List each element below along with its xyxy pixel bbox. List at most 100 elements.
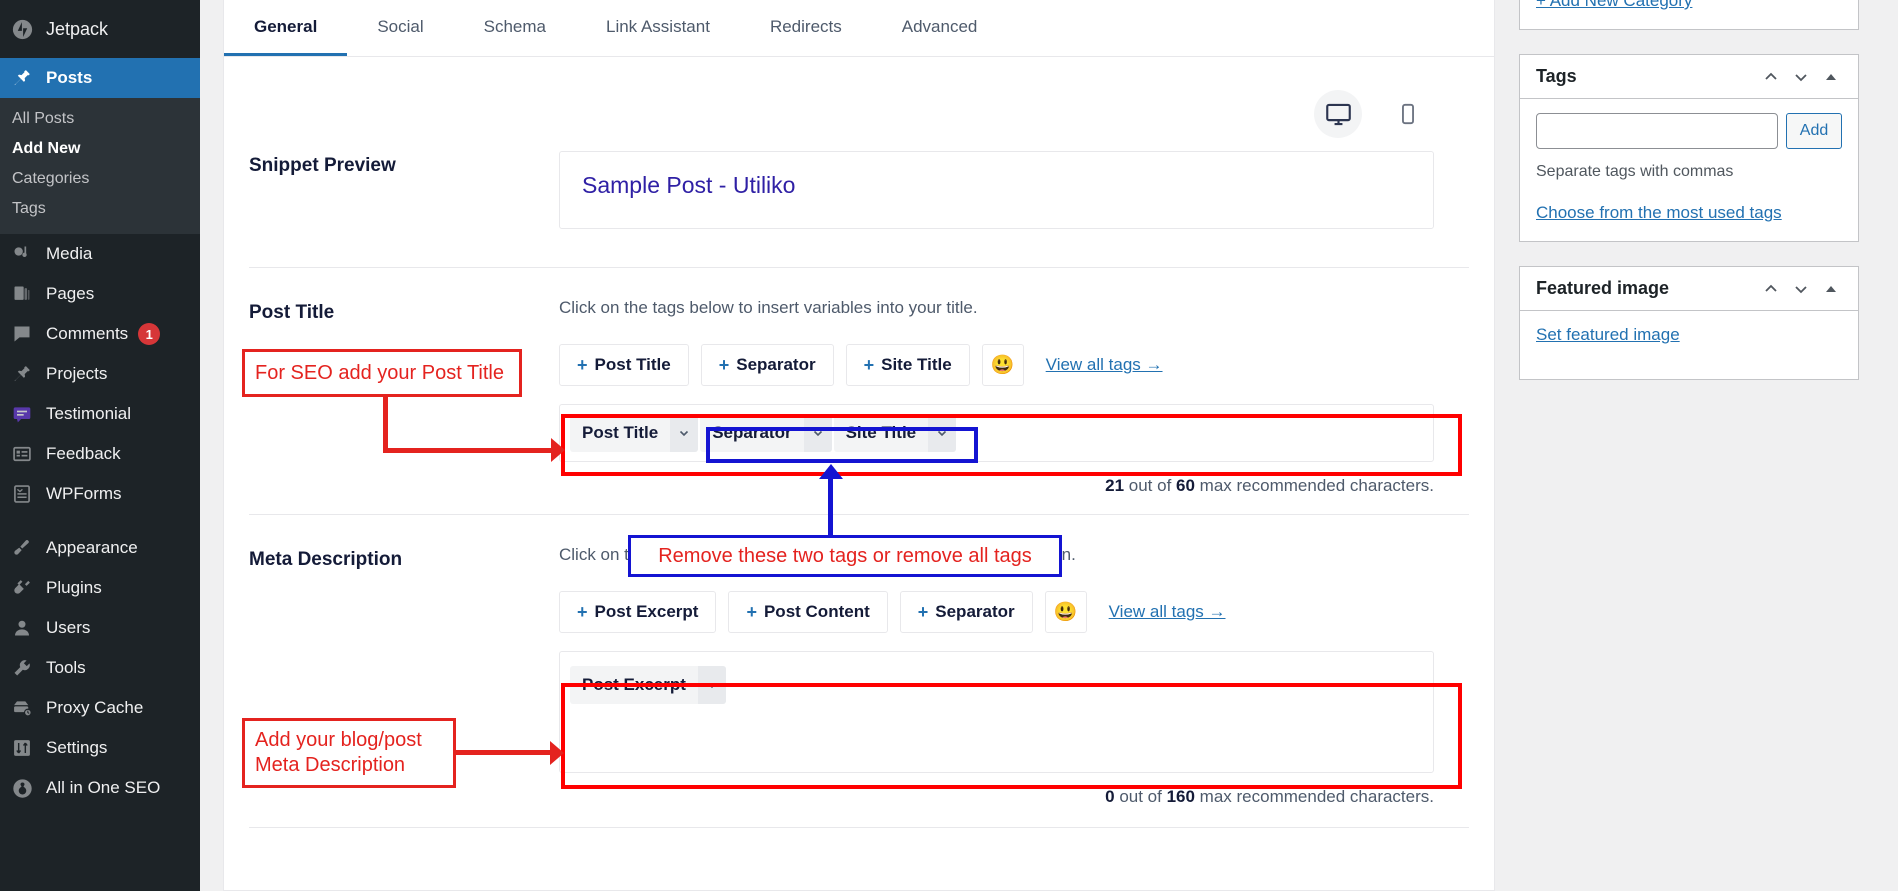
counter-prefix: out of: [1114, 787, 1167, 806]
desktop-preview-button[interactable]: [1314, 90, 1362, 138]
post-title-helper-text: Click on the tags below to insert variab…: [559, 298, 978, 317]
sidebar-item-label: Feedback: [46, 444, 121, 463]
counter-suffix: max recommended characters.: [1194, 787, 1434, 806]
wordpress-admin-screen: Jetpack Posts All Posts Add New Categori…: [0, 0, 1898, 891]
sidebar-item-comments[interactable]: Comments 1: [0, 314, 200, 354]
chevron-down-icon[interactable]: [1786, 62, 1816, 92]
counter-used: 21: [1105, 476, 1125, 495]
sidebar-item-wpforms[interactable]: WPForms: [0, 474, 200, 514]
brush-icon: [12, 538, 40, 558]
meta-description-chip-group: Post Excerpt: [570, 666, 728, 704]
sidebar-item-label: WPForms: [46, 484, 122, 503]
chevron-down-icon[interactable]: [803, 414, 832, 452]
chevron-down-icon[interactable]: [670, 414, 699, 452]
tab-advanced[interactable]: Advanced: [872, 0, 1008, 56]
feedback-icon: [12, 444, 40, 464]
set-featured-image-link[interactable]: Set featured image: [1536, 325, 1680, 344]
view-all-tags-link[interactable]: View all tags →: [1109, 602, 1226, 622]
sidebar-subitem-add-new[interactable]: Add New: [0, 134, 200, 164]
add-tag-button[interactable]: Add: [1786, 113, 1842, 149]
tag-button-label: Site Title: [881, 355, 952, 374]
tab-general[interactable]: General: [224, 0, 348, 56]
chevron-up-icon[interactable]: [1756, 62, 1786, 92]
sidebar-item-proxy-cache[interactable]: Proxy Cache: [0, 688, 200, 728]
sidebar-item-all-in-one-seo[interactable]: All in One SEO: [0, 768, 200, 808]
pin-icon: [12, 68, 40, 88]
tab-social[interactable]: Social: [347, 0, 453, 56]
counter-max: 160: [1166, 787, 1195, 806]
sidebar-item-label: Media: [46, 244, 93, 263]
chip-label: Separator: [712, 423, 792, 442]
sidebar-item-media[interactable]: Media: [0, 234, 200, 274]
add-new-category-link[interactable]: + Add New Category: [1536, 0, 1692, 10]
sidebar-item-testimonial[interactable]: Testimonial: [0, 394, 200, 434]
tab-schema[interactable]: Schema: [454, 0, 576, 56]
tags-postbox: Tags Add Separate tags with commas Choos…: [1519, 54, 1859, 242]
divider: [249, 827, 1469, 828]
tags-postbox-title: Tags: [1536, 66, 1577, 86]
mobile-preview-button[interactable]: [1384, 90, 1432, 138]
sidebar-item-label: Tools: [46, 658, 86, 677]
chevron-down-icon[interactable]: [928, 414, 957, 452]
chip-post-excerpt[interactable]: Post Excerpt: [570, 666, 726, 704]
jetpack-icon: [12, 19, 40, 40]
add-post-excerpt-tag-button[interactable]: + Post Excerpt: [559, 591, 717, 633]
sidebar-item-plugins[interactable]: Plugins: [0, 568, 200, 608]
add-post-content-tag-button[interactable]: + Post Content: [728, 591, 888, 633]
plus-icon: +: [718, 354, 730, 375]
sidebar-subitem-categories[interactable]: Categories: [0, 164, 200, 194]
tab-redirects[interactable]: Redirects: [740, 0, 872, 56]
collapse-triangle-icon[interactable]: [1816, 274, 1846, 304]
add-post-title-tag-button[interactable]: + Post Title: [559, 344, 689, 386]
chip-separator[interactable]: Separator: [700, 414, 832, 452]
add-separator-tag-button[interactable]: + Separator: [700, 344, 834, 386]
user-icon: [12, 618, 40, 638]
sidebar-subitem-tags[interactable]: Tags: [0, 194, 200, 224]
post-title-chip-group: Post Title Separator Site Title: [570, 414, 958, 452]
chevron-up-icon[interactable]: [1756, 274, 1786, 304]
desktop-icon: [1325, 101, 1352, 128]
view-all-tags-link[interactable]: View all tags →: [1046, 355, 1163, 375]
counter-suffix: max recommended characters.: [1194, 476, 1434, 495]
sidebar-item-settings[interactable]: Settings: [0, 728, 200, 768]
post-title-input-field[interactable]: Post Title Separator Site Title: [559, 404, 1434, 462]
add-separator-tag-button[interactable]: + Separator: [899, 591, 1033, 633]
sidebar-subitem-all-posts[interactable]: All Posts: [0, 104, 200, 134]
post-title-tag-buttons: + Post Title + Separator + Site Title 😃 …: [559, 344, 1434, 386]
wrench-icon: [12, 658, 40, 678]
chip-post-title[interactable]: Post Title: [570, 414, 699, 452]
main-content-area: General Social Schema Link Assistant Red…: [200, 0, 1898, 891]
sidebar-item-jetpack[interactable]: Jetpack: [0, 0, 200, 58]
add-site-title-tag-button[interactable]: + Site Title: [845, 344, 970, 386]
collapse-triangle-icon[interactable]: [1816, 62, 1846, 92]
sidebar-item-feedback[interactable]: Feedback: [0, 434, 200, 474]
chip-label: Post Excerpt: [582, 675, 686, 694]
counter-prefix: out of: [1124, 476, 1177, 495]
categories-postbox: + Add New Category: [1519, 0, 1859, 30]
sidebar-item-label: Testimonial: [46, 404, 132, 423]
chip-site-title[interactable]: Site Title: [833, 414, 957, 452]
mobile-icon: [1397, 103, 1419, 125]
wpforms-icon: [12, 484, 40, 504]
sidebar-item-label: Pages: [46, 284, 95, 303]
meta-description-input-field[interactable]: Post Excerpt: [559, 651, 1434, 773]
most-used-tags-link[interactable]: Choose from the most used tags: [1536, 203, 1782, 222]
sidebar-item-appearance[interactable]: Appearance: [0, 528, 200, 568]
sidebar-item-projects[interactable]: Projects: [0, 354, 200, 394]
chevron-down-icon[interactable]: [1786, 274, 1816, 304]
sidebar-item-users[interactable]: Users: [0, 608, 200, 648]
chevron-down-icon[interactable]: [697, 666, 726, 704]
aioseo-icon: [12, 778, 40, 799]
emoji-picker-button[interactable]: 😃: [981, 344, 1024, 386]
chip-label: Post Title: [582, 423, 659, 442]
posts-submenu: All Posts Add New Categories Tags: [0, 98, 200, 234]
tags-input-row: Add: [1536, 113, 1842, 149]
featured-image-postbox-body: Set featured image: [1520, 311, 1858, 379]
sidebar-item-tools[interactable]: Tools: [0, 648, 200, 688]
tags-input[interactable]: [1536, 113, 1778, 149]
sidebar-item-pages[interactable]: Pages: [0, 274, 200, 314]
tab-link-assistant[interactable]: Link Assistant: [576, 0, 740, 56]
aioseo-tabbar: General Social Schema Link Assistant Red…: [224, 0, 1494, 57]
emoji-picker-button[interactable]: 😃: [1044, 591, 1087, 633]
sidebar-item-posts[interactable]: Posts: [0, 58, 200, 98]
